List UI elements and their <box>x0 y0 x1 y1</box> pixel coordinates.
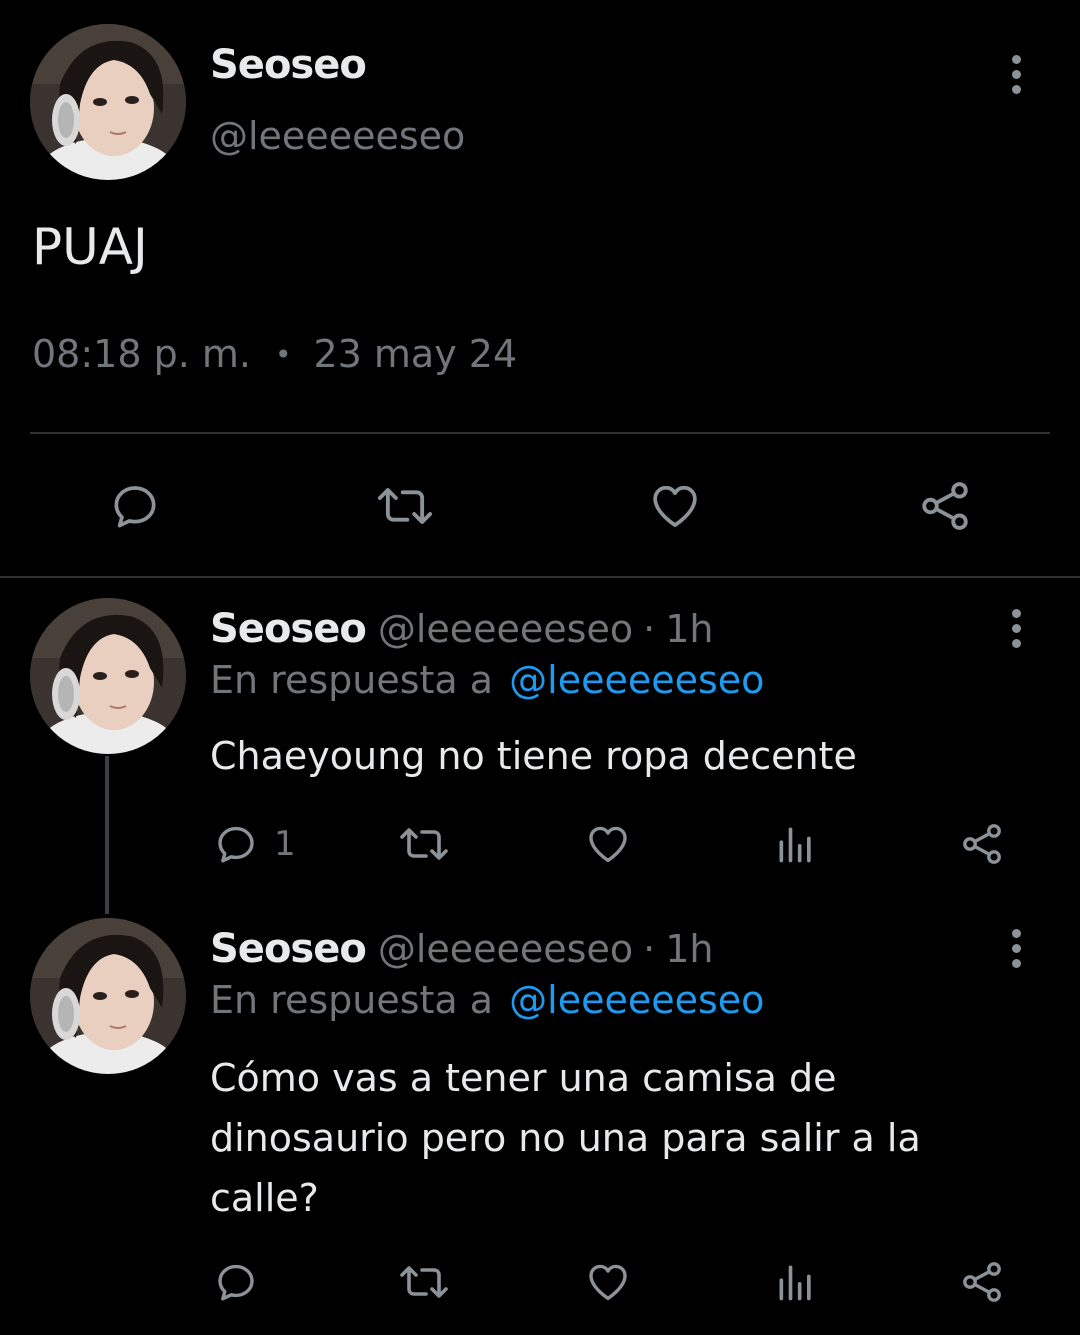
share-button[interactable] <box>958 820 1006 868</box>
reply-time[interactable]: 1h <box>665 607 713 651</box>
more-vertical-icon[interactable] <box>996 918 1036 978</box>
reply-button[interactable] <box>212 1258 260 1306</box>
divider <box>30 432 1050 434</box>
reply-icon <box>218 1264 254 1301</box>
retweet-button[interactable] <box>373 478 437 534</box>
share-button[interactable] <box>958 1258 1006 1306</box>
reply-time[interactable]: 1h <box>665 927 713 971</box>
heart-icon <box>653 485 697 527</box>
like-button[interactable] <box>646 478 704 534</box>
reply-context: En respuesta a @leeeeeeseo <box>210 658 764 702</box>
tweet-text: PUAJ <box>32 218 148 276</box>
share-icon <box>963 1262 1001 1302</box>
share-icon <box>922 482 968 530</box>
reply-context: En respuesta a @leeeeeeseo <box>210 978 764 1022</box>
handle[interactable]: @leeeeeeseo <box>378 927 633 971</box>
reply-icon <box>218 826 254 863</box>
display-name[interactable]: Seoseo <box>210 606 367 652</box>
avatar-photo <box>30 598 186 754</box>
display-name[interactable]: Seoseo <box>210 42 367 88</box>
reply-icon <box>114 486 156 528</box>
reply-count: 1 <box>274 824 296 864</box>
mention-link[interactable]: @leeeeeeseo <box>509 978 764 1022</box>
share-button[interactable] <box>916 476 974 536</box>
header-separator: · <box>643 927 656 971</box>
tweet-text: Cómo vas a tener una camisa de dinosauri… <box>210 1056 921 1220</box>
more-vertical-icon[interactable] <box>996 598 1036 658</box>
divider <box>0 576 1080 578</box>
retweet-icon <box>400 828 448 860</box>
heart-icon <box>589 1264 627 1301</box>
tweet-time: 08:18 p. m. <box>32 332 251 376</box>
header-separator: · <box>643 607 656 651</box>
retweet-button[interactable] <box>396 1258 452 1306</box>
thread-line <box>105 756 109 914</box>
reply-header: Seoseo @leeeeeeseo · 1h <box>210 606 713 652</box>
views-icon <box>779 827 811 863</box>
avatar[interactable] <box>30 24 186 180</box>
reply-button[interactable]: 1 <box>212 820 296 868</box>
like-button[interactable] <box>584 820 632 868</box>
views-icon <box>779 1265 811 1301</box>
mention-link[interactable]: @leeeeeeseo <box>509 658 764 702</box>
handle[interactable]: @leeeeeeseo <box>378 607 633 651</box>
retweet-button[interactable] <box>396 820 452 868</box>
avatar-photo <box>30 918 186 1074</box>
tweet-date: 23 may 24 <box>313 332 518 376</box>
views-button[interactable] <box>774 822 818 866</box>
avatar-photo <box>30 24 186 180</box>
handle[interactable]: @leeeeeeseo <box>210 114 465 158</box>
share-icon <box>963 824 1001 864</box>
display-name[interactable]: Seoseo <box>210 926 367 972</box>
tweet-text: Chaeyoung no tiene ropa decente <box>210 734 857 778</box>
reply-button[interactable] <box>107 478 163 534</box>
reply-header: Seoseo @leeeeeeseo · 1h <box>210 926 713 972</box>
more-vertical-icon[interactable] <box>996 44 1036 104</box>
avatar[interactable] <box>30 598 186 754</box>
reply-context-prefix: En respuesta a <box>210 978 494 1022</box>
retweet-icon <box>377 488 433 524</box>
meta-separator: • <box>274 337 292 371</box>
avatar[interactable] <box>30 918 186 1074</box>
reply-context-prefix: En respuesta a <box>210 658 494 702</box>
like-button[interactable] <box>584 1258 632 1306</box>
main-tweet: Seoseo @leeeeeeseo PUAJ 08:18 p. m. • 23… <box>0 0 1080 578</box>
retweet-icon <box>400 1266 448 1298</box>
heart-icon <box>589 826 627 863</box>
views-button[interactable] <box>774 1260 818 1304</box>
tweet-timestamp[interactable]: 08:18 p. m. • 23 may 24 <box>32 332 517 376</box>
